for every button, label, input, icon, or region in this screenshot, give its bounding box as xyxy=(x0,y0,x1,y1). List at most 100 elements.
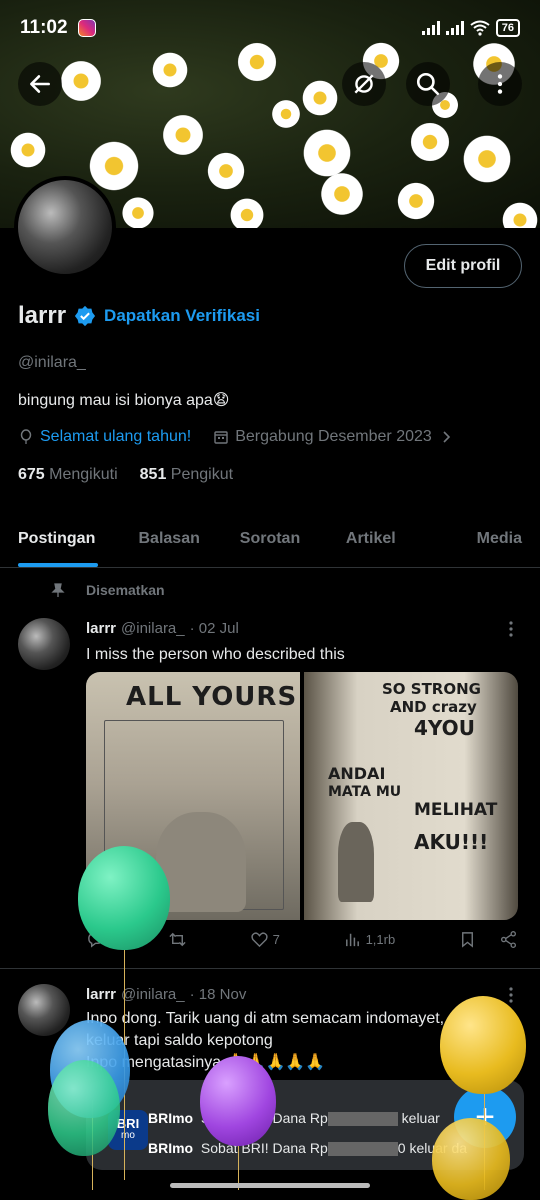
followers-label: Pengikut xyxy=(170,466,234,483)
balloon-icon xyxy=(20,429,32,444)
daisy xyxy=(270,98,302,130)
calendar-icon xyxy=(214,431,228,444)
profile-bio: bingung mau isi bionya apa😧 xyxy=(18,392,230,409)
tab-media[interactable]: Media xyxy=(421,510,540,567)
daisy xyxy=(205,150,247,192)
get-verified-link[interactable]: Dapatkan Verifikasi xyxy=(104,306,260,326)
redacted-amount xyxy=(327,1142,398,1157)
post-author-name[interactable]: larrr xyxy=(86,620,116,637)
notification-app-name: BRImo xyxy=(148,1110,194,1126)
like-button[interactable]: 7 xyxy=(250,930,280,949)
image2-line: SO STRONG xyxy=(382,680,481,698)
notification-line-2: BRImo Sobat BRI! Dana Rp0 keluar da xyxy=(148,1140,467,1157)
tab-posts[interactable]: Postingan xyxy=(0,510,119,567)
status-indicators: 76 xyxy=(421,19,520,37)
profile-meta: Selamat ulang tahun! Bergabung Desember … xyxy=(18,428,454,446)
post-divider xyxy=(0,968,540,969)
tab-articles[interactable]: Artikel xyxy=(320,510,421,567)
following-label: Mengikuti xyxy=(49,466,118,483)
more-options-button[interactable] xyxy=(478,62,522,106)
profile-name-row: larrr Dapatkan Verifikasi xyxy=(18,302,260,330)
post-header: larrr @inilara_ · 18 Nov xyxy=(86,986,246,1003)
post-more-icon[interactable] xyxy=(502,986,520,1004)
notification-app-name: BRImo xyxy=(148,1140,194,1156)
purple-balloon xyxy=(200,1056,276,1146)
daisy xyxy=(318,170,366,218)
joined-date: Bergabung Desember 2023 xyxy=(235,428,432,445)
notifications-toggle-button[interactable] xyxy=(342,62,386,106)
daisy xyxy=(228,196,266,228)
daisy xyxy=(408,120,452,164)
repost-button[interactable] xyxy=(168,930,187,949)
tab-highlights[interactable]: Sorotan xyxy=(220,510,321,567)
daisy xyxy=(58,58,104,104)
search-icon xyxy=(416,72,440,96)
daisy xyxy=(120,195,156,228)
pinned-indicator: Disematkan xyxy=(50,582,165,598)
wifi-icon xyxy=(470,20,490,36)
post-date: · 18 Nov xyxy=(189,986,247,1003)
repost-icon xyxy=(169,932,186,947)
sketch-figure xyxy=(338,822,374,902)
profile-tabs: Postingan Balasan Sorotan Artikel Media xyxy=(0,510,540,568)
status-bar: 11:02 76 xyxy=(0,0,540,56)
daisy xyxy=(160,112,206,158)
post-text: I miss the person who described this xyxy=(86,646,345,663)
image2-line: AKU!!! xyxy=(414,830,489,854)
pin-icon xyxy=(51,583,65,597)
verified-badge-icon xyxy=(74,305,96,327)
post-header: larrr @inilara_ · 02 Jul xyxy=(86,620,239,637)
chevron-right-icon[interactable] xyxy=(438,429,454,445)
view-count: 1,1rb xyxy=(365,932,396,947)
home-indicator[interactable] xyxy=(170,1183,370,1188)
post-avatar[interactable] xyxy=(18,984,70,1036)
signal-icon xyxy=(421,21,440,35)
followers-link[interactable]: 851 Pengikut xyxy=(140,466,233,484)
notification-line-1: BRImo Sobat BRI! Dana Rp keluar xyxy=(148,1110,440,1127)
green-balloon xyxy=(78,846,170,950)
back-arrow-icon xyxy=(30,75,50,93)
heart-icon xyxy=(250,932,268,948)
image2-line: AND crazy xyxy=(390,698,477,716)
daisy xyxy=(500,200,540,228)
image2-line: ANDAI xyxy=(328,764,386,783)
profile-handle: @inilara_ xyxy=(18,354,86,371)
post-author-handle: @inilara_ xyxy=(121,986,185,1003)
post-image-2[interactable]: SO STRONG AND crazy 4YOU ANDAI MATA MU M… xyxy=(304,672,518,920)
image1-caption: ALL YOURS xyxy=(126,682,298,712)
yellow-balloon xyxy=(432,1118,510,1200)
birthday-link[interactable]: Selamat ulang tahun! xyxy=(40,428,191,446)
following-count: 675 xyxy=(18,466,45,483)
following-link[interactable]: 675 Mengikuti xyxy=(18,466,118,484)
post-date: · 02 Jul xyxy=(189,620,239,637)
image2-line: MELIHAT xyxy=(414,800,498,820)
like-count: 7 xyxy=(272,932,280,947)
follow-stats: 675 Mengikuti 851 Pengikut xyxy=(18,466,233,484)
post-more-icon[interactable] xyxy=(502,620,520,638)
edit-profile-button[interactable]: Edit profil xyxy=(404,244,522,288)
views-button[interactable]: 1,1rb xyxy=(343,930,396,949)
instagram-notification-icon xyxy=(77,19,96,37)
post-utility-actions xyxy=(458,930,518,949)
views-chart-icon xyxy=(345,933,359,947)
daisy xyxy=(8,130,48,170)
back-button[interactable] xyxy=(18,62,62,106)
profile-avatar[interactable] xyxy=(14,176,116,278)
brimo-logo-top: BRI xyxy=(116,1116,140,1131)
tab-replies[interactable]: Balasan xyxy=(119,510,220,567)
notification-text: keluar xyxy=(401,1110,440,1126)
notification-text: Sobat BRI! Dana Rp xyxy=(200,1140,328,1156)
image2-line: 4YOU xyxy=(414,716,475,740)
daisy xyxy=(150,50,190,90)
search-button[interactable] xyxy=(406,62,450,106)
post-avatar[interactable] xyxy=(18,618,70,670)
post-author-name[interactable]: larrr xyxy=(86,986,116,1003)
image2-line: MATA MU xyxy=(328,784,402,800)
yellow-balloon xyxy=(440,996,526,1094)
status-time: 11:02 xyxy=(20,17,68,38)
daisy xyxy=(300,78,340,118)
daisy xyxy=(395,180,437,222)
share-icon[interactable] xyxy=(499,930,518,949)
signal-icon xyxy=(445,21,464,35)
bookmark-icon[interactable] xyxy=(458,930,477,949)
